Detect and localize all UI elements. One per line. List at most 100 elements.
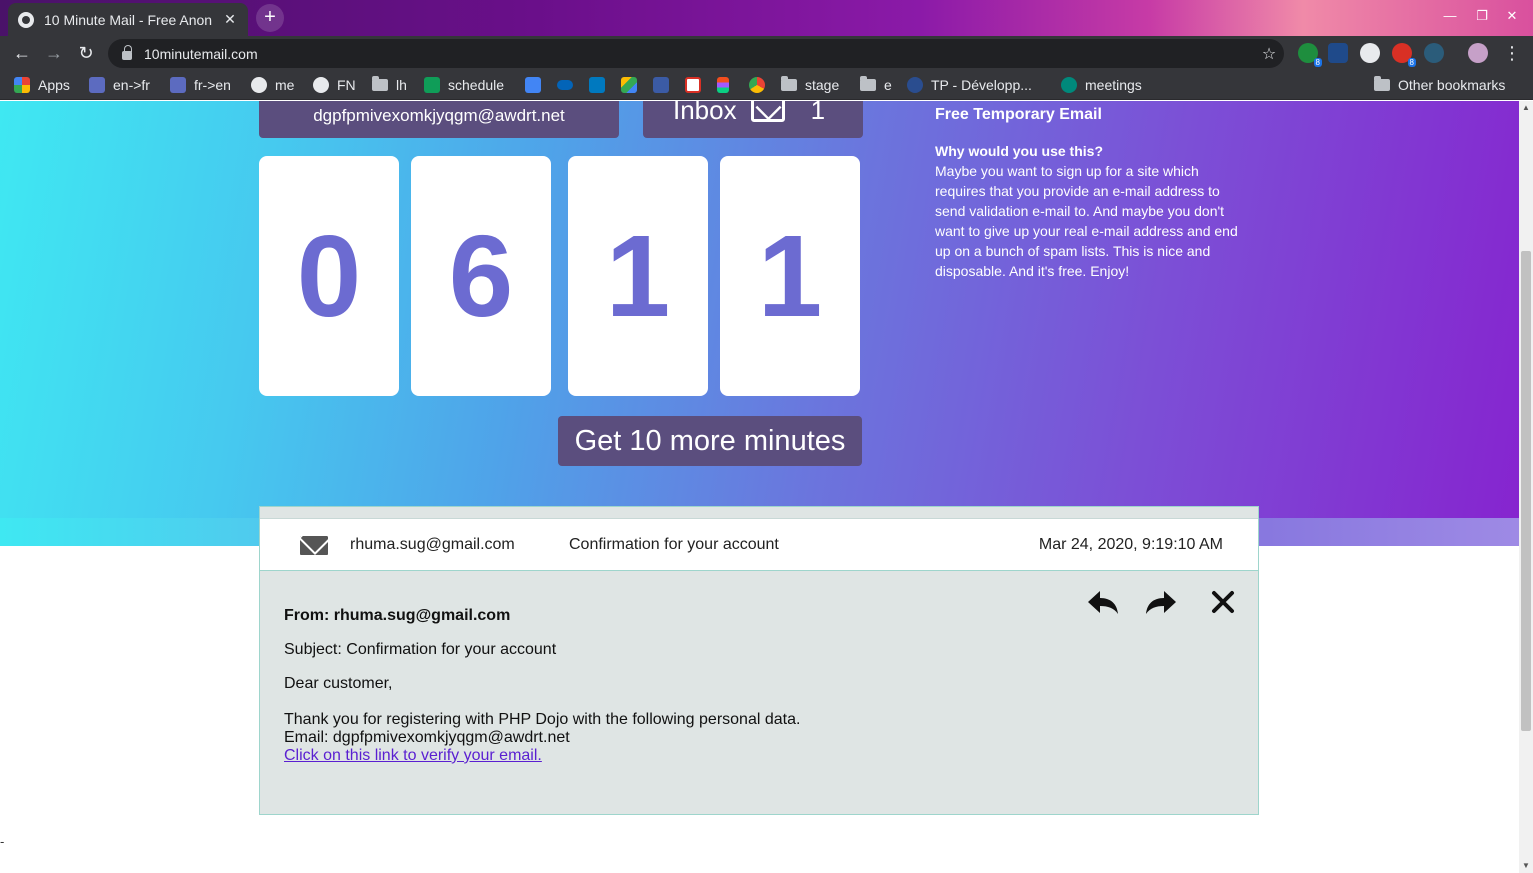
address-bar[interactable]: 10minutemail.com ☆ <box>108 39 1284 68</box>
restore-window-icon[interactable]: ❐ <box>1472 8 1492 24</box>
mail-message-body: From: rhuma.sug@gmail.com Subject: Confi… <box>284 607 1184 765</box>
translate-icon <box>170 77 186 93</box>
browser-menu-icon[interactable]: ⋮ <box>1500 41 1524 65</box>
bookmark-label: schedule <box>448 77 505 93</box>
mail-panel: rhuma.sug@gmail.com Confirmation for you… <box>259 506 1259 815</box>
mail-subject-line: Subject: Confirmation for your account <box>284 641 557 658</box>
bookmark-star-icon[interactable]: ☆ <box>1254 44 1284 64</box>
close-mail-icon[interactable] <box>1206 589 1240 619</box>
bookmark-label: Other bookmarks <box>1398 77 1506 93</box>
sheets-icon <box>424 77 440 93</box>
bookmark-folder-stage[interactable]: stage <box>781 76 839 94</box>
extension-badge: 8 <box>1313 58 1322 67</box>
bookmark-label: e <box>884 77 892 93</box>
bookmark-label: meetings <box>1085 77 1142 93</box>
browser-toolbar: ← → ↻ 10minutemail.com ☆ 8 8 ⋮ <box>0 36 1533 70</box>
bookmark-chrome[interactable] <box>749 76 773 94</box>
mail-from-line: From: rhuma.sug@gmail.com <box>284 607 511 624</box>
bookmark-apps[interactable]: Apps <box>14 76 70 94</box>
bookmark-gmail[interactable] <box>685 76 709 94</box>
scroll-up-icon[interactable]: ▲ <box>1519 101 1533 115</box>
timer-digit: 6 <box>411 156 551 396</box>
mail-date: Mar 24, 2020, 9:19:10 AM <box>1038 536 1223 553</box>
mail-panel-header <box>260 507 1258 518</box>
bookmark-label: stage <box>805 77 840 93</box>
trello-icon <box>589 77 605 93</box>
mail-list-row[interactable]: rhuma.sug@gmail.com Confirmation for you… <box>260 518 1258 571</box>
info-panel: Free Temporary Email Why would you use t… <box>935 105 1245 281</box>
bookmark-onedrive[interactable] <box>557 76 581 94</box>
bookmarks-bar: Apps en->fr fr->en me FN lh schedule sta… <box>0 70 1533 100</box>
browser-tab-strip: 10 Minute Mail - Free Anon ✕ + — ❐ ✕ <box>0 0 1533 36</box>
scroll-down-icon[interactable]: ▼ <box>1519 859 1533 873</box>
drive-icon <box>621 77 637 93</box>
mail-body-line: Thank you for registering with PHP Dojo … <box>284 711 801 728</box>
bookmark-label: en->fr <box>113 77 150 93</box>
folder-icon <box>860 76 876 91</box>
bookmark-label: fr->en <box>194 77 231 93</box>
site-icon <box>907 77 923 93</box>
extension-red-icon[interactable]: 8 <box>1392 43 1416 67</box>
envelope-icon <box>750 101 785 122</box>
close-window-icon[interactable]: ✕ <box>1502 8 1522 24</box>
scroll-thumb[interactable] <box>1521 251 1531 731</box>
bookmark-meetings[interactable]: meetings <box>1061 76 1142 94</box>
folder-icon <box>781 76 797 91</box>
page-scrollbar[interactable]: ▲ ▼ <box>1519 101 1533 873</box>
info-heading: Free Temporary Email <box>935 106 1102 123</box>
forward-arrow-icon[interactable]: → <box>42 41 66 65</box>
bookmark-me[interactable]: me <box>251 76 294 94</box>
extension-blue-icon[interactable] <box>1424 43 1444 63</box>
tab-title: 10 Minute Mail - Free Anon <box>44 11 213 28</box>
minimize-window-icon[interactable]: — <box>1440 8 1460 23</box>
bookmark-folder-lh[interactable]: lh <box>372 76 407 94</box>
page-viewport: dgpfpmivexomkjyqgm@awdrt.net Inbox 1 0 6… <box>0 101 1519 873</box>
bookmark-folder-e[interactable]: e <box>860 76 892 94</box>
bookmark-label: TP - Développ... <box>931 77 1032 93</box>
bookmark-label: me <box>275 77 295 93</box>
github-icon <box>313 77 329 93</box>
extension-green-icon[interactable]: 8 <box>1298 43 1322 67</box>
bookmark-trello[interactable] <box>589 76 613 94</box>
new-tab-button[interactable]: + <box>256 4 284 32</box>
onedrive-icon <box>557 80 573 90</box>
footer-dash: - <box>0 834 5 849</box>
bookmark-label: lh <box>396 77 407 93</box>
bookmark-docs[interactable] <box>525 76 549 94</box>
bookmark-drive[interactable] <box>621 76 645 94</box>
figma-icon <box>717 77 729 93</box>
browser-tab-active[interactable]: 10 Minute Mail - Free Anon ✕ <box>8 3 248 36</box>
bookmark-ee[interactable] <box>653 76 677 94</box>
bookmark-label: FN <box>337 77 356 93</box>
bookmark-fr-en[interactable]: fr->en <box>170 76 231 94</box>
bookmark-figma[interactable] <box>717 76 737 94</box>
mail-body-email-line: Email: dgpfpmivexomkjyqgm@awdrt.net <box>284 729 570 746</box>
profile-avatar[interactable] <box>1468 43 1488 63</box>
get-more-minutes-button[interactable]: Get 10 more minutes <box>558 416 862 466</box>
timer-digit: 1 <box>568 156 708 396</box>
site-favicon-icon <box>18 11 34 28</box>
bookmark-other[interactable]: Other bookmarks <box>1374 76 1505 94</box>
docs-icon <box>525 77 541 93</box>
bookmark-tp[interactable]: TP - Développ... <box>907 76 1032 94</box>
bookmark-schedule[interactable]: schedule <box>424 76 504 94</box>
verify-email-link[interactable]: Click on this link to verify your email. <box>284 747 542 764</box>
inbox-count: 1 <box>810 101 826 125</box>
inbox-button[interactable]: Inbox 1 <box>643 101 863 138</box>
tab-close-icon[interactable]: ✕ <box>222 11 238 28</box>
envelope-icon <box>300 536 328 555</box>
folder-icon <box>372 76 388 91</box>
lock-icon <box>122 45 132 60</box>
timer-digit: 0 <box>259 156 399 396</box>
bookmark-en-fr[interactable]: en->fr <box>89 76 150 94</box>
bookmark-label: Apps <box>38 77 70 93</box>
temp-email-address[interactable]: dgpfpmivexomkjyqgm@awdrt.net <box>259 101 619 138</box>
back-arrow-icon[interactable]: ← <box>10 41 34 65</box>
gmail-icon <box>685 77 701 93</box>
extension-screen-icon[interactable] <box>1328 43 1348 63</box>
timer-digit: 1 <box>720 156 860 396</box>
mail-sender: rhuma.sug@gmail.com <box>350 536 515 553</box>
bookmark-fn[interactable]: FN <box>313 76 356 94</box>
reload-icon[interactable]: ↻ <box>74 41 98 65</box>
extension-gear-icon[interactable] <box>1360 43 1380 63</box>
